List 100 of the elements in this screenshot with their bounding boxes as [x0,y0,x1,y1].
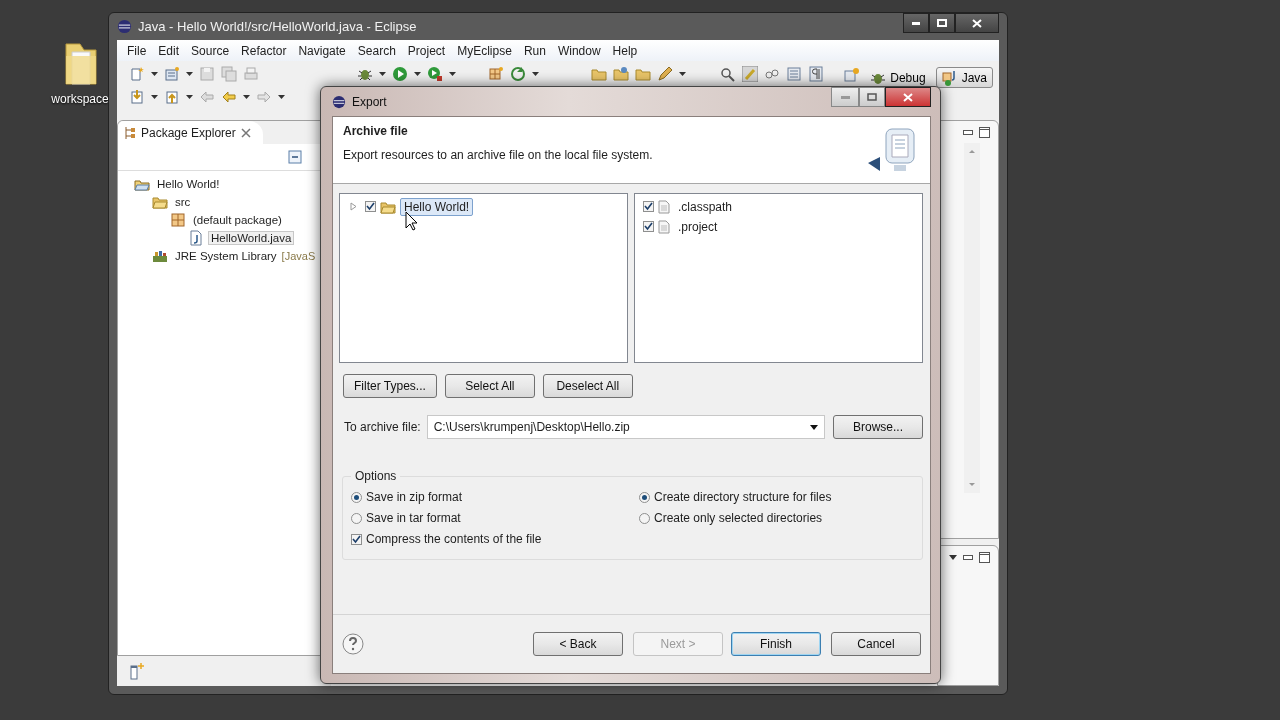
caret-icon[interactable] [949,554,957,560]
package-icon [170,212,186,228]
run-icon[interactable] [392,65,408,82]
radio-button[interactable] [639,512,650,524]
menu-item[interactable]: Edit [152,43,186,58]
field-label: To archive file: [344,420,421,434]
caret-icon[interactable] [679,71,686,76]
menu-item[interactable]: File [121,43,153,58]
caret-icon[interactable] [278,94,285,99]
perspective-button[interactable]: Debug [864,67,932,88]
caret-icon[interactable] [151,71,158,76]
radio-option[interactable]: Create directory structure for files [639,489,914,505]
caret-icon[interactable] [186,94,193,99]
radio-button[interactable] [351,512,362,524]
selection-button[interactable]: Deselect All [542,374,633,398]
refresh-icon[interactable] [510,65,526,82]
checkbox[interactable] [351,533,362,545]
browse-button[interactable]: Browse... [833,415,923,439]
java-perspective-icon [941,69,958,86]
caret-icon[interactable] [449,71,456,76]
search-icon[interactable] [720,65,736,82]
wizard-button[interactable]: Finish [731,632,821,656]
hierarchy-icon [124,125,136,140]
checkbox[interactable] [643,201,654,212]
menu-item[interactable]: Source [185,43,236,58]
caret-icon[interactable] [379,71,386,76]
menu-item[interactable]: MyEclipse [451,43,518,58]
menu-item[interactable]: Project [401,43,452,58]
maximize-icon[interactable] [979,551,990,563]
caret-icon[interactable] [532,71,539,76]
maximize-icon [867,93,877,101]
radio-option[interactable]: Save in tar format [351,510,639,526]
scroll-bar[interactable] [964,143,980,493]
maximize-icon[interactable] [979,126,990,138]
close-icon [903,92,913,102]
window-title: Java - Hello World!/src/HelloWorld.java - Eclipse [138,19,418,34]
expand-arrow-icon[interactable] [350,202,357,211]
text-file-icon [658,219,670,234]
wizard-button[interactable]: Cancel [831,632,921,656]
group-title: Options [354,469,398,483]
collapse-all-icon[interactable] [288,150,302,164]
previous-annotation-icon[interactable] [164,88,180,105]
mouse-cursor-icon [405,211,418,231]
menu-item[interactable]: Navigate [292,43,352,58]
radio-option[interactable]: Create only selected directories [639,510,914,526]
desktop-icon-label[interactable]: workspace [51,92,109,106]
minimize-icon [912,21,920,25]
text-file-icon [658,199,670,214]
caret-icon[interactable] [151,94,158,99]
tree-item[interactable]: JRE System Library [172,249,280,263]
tree-item[interactable]: src [172,195,194,209]
caret-icon[interactable] [414,71,421,76]
perspective-button[interactable]: Java [935,67,993,88]
new-class-icon[interactable] [488,65,504,82]
minimize-icon[interactable] [963,554,973,560]
help-icon[interactable] [342,633,364,655]
menu-item[interactable]: Search [351,43,402,58]
radio-button[interactable] [639,491,650,503]
close-button[interactable] [885,87,931,107]
pilcrow-icon[interactable] [808,65,824,82]
selection-button[interactable]: Filter Types... [343,374,437,398]
checkbox[interactable] [365,201,376,212]
menu-item[interactable]: Run [517,43,552,58]
maximize-icon [937,19,947,27]
close-icon[interactable] [240,127,251,138]
run-tool-icon[interactable] [427,65,443,82]
fast-view-icon[interactable] [129,662,145,680]
menu-item[interactable]: Window [551,43,607,58]
minimize-icon [840,95,850,99]
page-description: Export resources to an archive file on the local file system. [343,148,654,162]
highlight-pen-icon[interactable] [742,65,758,82]
java-file-icon [188,230,204,246]
menu-item[interactable]: Help [606,43,644,58]
next-annotation-icon[interactable] [129,88,145,105]
tree-item[interactable]: Hello World! [154,177,223,191]
tree-item[interactable]: (default package) [190,213,285,227]
checkbox-option[interactable]: Compress the contents of the file [351,531,639,547]
radio-option[interactable]: Save in zip format [351,489,639,505]
checkbox[interactable] [643,221,654,232]
maximize-button[interactable] [929,13,955,33]
page-heading: Archive file [343,124,409,138]
menu-item[interactable]: Refactor [235,43,293,58]
pencil-icon[interactable] [657,65,673,82]
radio-button[interactable] [351,491,362,503]
file-list-entry[interactable]: .project [674,217,722,236]
caret-icon[interactable] [243,94,250,99]
close-button[interactable] [955,13,999,33]
caret-icon[interactable] [186,71,193,76]
wizard-button[interactable]: < Back [533,632,623,656]
selection-button[interactable]: Select All [444,374,535,398]
archive-path-combo[interactable]: C:\Users\krumpenj\Desktop\Hello.zip [426,415,825,439]
tree-item[interactable]: Hello World! [400,197,474,216]
eclipse-logo-icon [332,94,346,109]
file-list-entry[interactable]: .classpath [674,197,737,216]
minimize-icon[interactable] [963,129,973,135]
close-icon [972,18,982,28]
tree-item[interactable]: HelloWorld.java [208,231,295,245]
dialog-title: Export [352,94,388,109]
dropdown-arrow-icon[interactable] [810,424,818,430]
minimize-button[interactable] [903,13,929,33]
